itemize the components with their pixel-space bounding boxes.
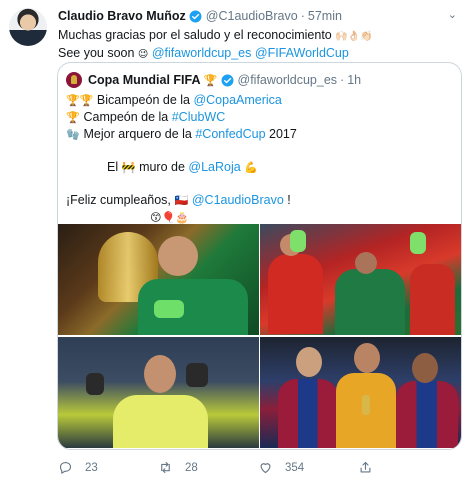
photo-team-celebration[interactable]	[260, 224, 461, 335]
share-icon	[360, 461, 371, 473]
tweet-line-1-emoji: 🙌🏻👌🏻👏🏻	[335, 31, 373, 42]
trophy-emoji: 🏆	[203, 74, 218, 87]
quote-line-3-suffix: 2017	[265, 127, 297, 141]
quote-line-4b: muro de	[135, 160, 189, 174]
retweet-icon	[161, 461, 170, 474]
like-button[interactable]: 354	[258, 460, 358, 475]
chevron-down-icon[interactable]: ⌄	[448, 8, 457, 21]
quoted-tweet-text: 🏆🏆 Bicampeón de la @CopaAmerica 🏆 Campeó…	[66, 92, 297, 226]
chile-flag-emoji: 🇨🇱	[174, 195, 189, 207]
mention-link-fifaworldcup-es[interactable]: @fifaworldcup_es	[152, 46, 252, 60]
quoted-author-name[interactable]: Copa Mundial FIFA	[88, 73, 201, 87]
quoted-author-avatar[interactable]	[66, 72, 82, 88]
quoted-author-handle[interactable]: @fifaworldcup_es	[238, 73, 338, 87]
hashtag-confedcup[interactable]: #ConfedCup	[195, 127, 265, 141]
separator-dot: ·	[340, 73, 345, 87]
quoted-tweet[interactable]: Copa Mundial FIFA 🏆 @fifaworldcup_es · 1…	[57, 62, 462, 450]
photo-goalkeeper-yellow[interactable]	[58, 337, 259, 448]
tweet-header: Claudio Bravo Muñoz @C1audioBravo · 57mi…	[58, 9, 342, 23]
retweet-count: 28	[185, 461, 198, 474]
flexed-arm-emoji: 💪	[244, 162, 259, 174]
verified-badge-icon	[221, 74, 233, 86]
heart-icon	[260, 463, 271, 474]
tweet-timestamp[interactable]: 57min	[308, 9, 342, 23]
separator-dot: ·	[300, 9, 305, 23]
reply-button[interactable]: 23	[58, 460, 158, 475]
mention-link-fifaworldcup[interactable]: @FIFAWorldCup	[255, 46, 349, 60]
reply-icon	[59, 461, 72, 474]
quote-line-5-suffix: !	[283, 193, 291, 207]
retweet-button[interactable]: 28	[158, 460, 258, 475]
like-count: 354	[285, 461, 305, 474]
tweet-line-1: Muchas gracias por el saludo y el recono…	[58, 28, 336, 42]
quote-line-5: ¡Feliz cumpleaños,	[66, 193, 175, 207]
mention-c1audiobravo[interactable]: @C1audioBravo	[192, 193, 284, 207]
quoted-tweet-timestamp[interactable]: 1h	[347, 73, 361, 87]
tweet-text: Muchas gracias por el saludo y el recono…	[58, 27, 373, 63]
glove-emoji: 🧤	[66, 129, 80, 141]
share-button[interactable]	[358, 460, 458, 475]
author-name[interactable]: Claudio Bravo Muñoz	[58, 9, 186, 23]
hashtag-copaamerica[interactable]: @CopaAmerica	[193, 93, 281, 107]
hashtag-clubwc[interactable]: #ClubWC	[172, 110, 226, 124]
quote-line-4a: El	[107, 160, 122, 174]
photo-grid	[58, 224, 461, 449]
barrier-emoji: 🚧	[121, 162, 136, 174]
photo-trophy-kiss[interactable]	[58, 224, 259, 335]
quote-line-2: Campeón de la	[80, 110, 172, 124]
tweet-actions: 23 28 354	[58, 460, 458, 475]
author-handle[interactable]: @C1audioBravo	[206, 9, 298, 23]
quoted-tweet-header: Copa Mundial FIFA 🏆 @fifaworldcup_es · 1…	[66, 72, 361, 88]
trophy-emoji: 🏆🏆	[66, 95, 94, 107]
wink-emoji: 😉	[137, 49, 149, 60]
tweet-line-2: See you soon	[58, 46, 138, 60]
mention-laroja[interactable]: @LaRoja	[188, 160, 240, 174]
verified-badge-icon	[189, 10, 202, 22]
quote-line-3: Mejor arquero de la	[80, 127, 196, 141]
celebration-emoji: 😙🎈🎂	[150, 212, 189, 224]
quote-line-1: Bicampeón de la	[93, 93, 194, 107]
photo-barcelona-trio[interactable]	[260, 337, 461, 448]
reply-count: 23	[85, 461, 98, 474]
author-avatar[interactable]	[9, 8, 47, 46]
trophy-emoji: 🏆	[66, 112, 80, 124]
